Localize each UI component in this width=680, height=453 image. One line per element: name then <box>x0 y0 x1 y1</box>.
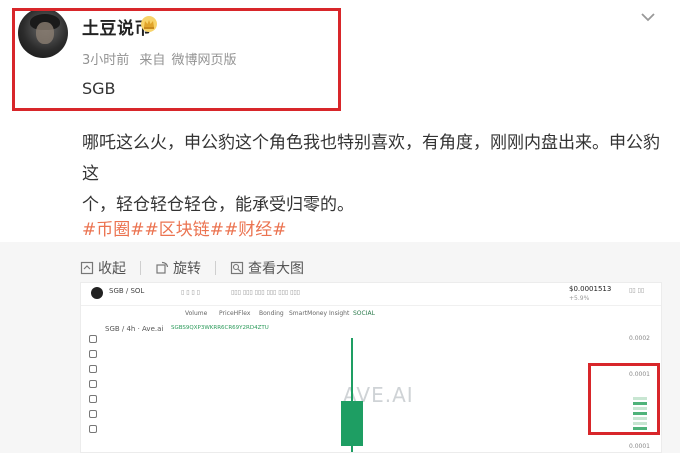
toolbar-divider <box>215 261 216 275</box>
chart-stat: ▯▯ ▯▯ <box>629 287 645 294</box>
zoom-icon <box>230 261 244 275</box>
token-price: $0.0001513 <box>569 285 612 293</box>
chart-tab[interactable]: Insight <box>329 310 349 317</box>
chart-tab[interactable]: Bonding <box>259 310 284 317</box>
draw-tool-icon[interactable] <box>89 350 97 358</box>
draw-tool-icon[interactable] <box>89 425 97 433</box>
rotate-icon <box>156 261 169 274</box>
toolbar-divider <box>140 261 141 275</box>
chart-tab[interactable]: SOCIAL <box>353 310 375 317</box>
rotate-button[interactable]: 旋转 <box>155 258 201 278</box>
view-large-button[interactable]: 查看大图 <box>230 258 304 278</box>
image-toolbar: 收起 旋转 查看大图 <box>80 258 318 278</box>
draw-tool-icon[interactable] <box>89 410 97 418</box>
chart-tab[interactable]: Volume <box>185 310 207 317</box>
hashtag-finance[interactable]: #财经# <box>224 220 287 240</box>
axis-label: 0.0001 <box>629 443 650 450</box>
view-large-label: 查看大图 <box>248 261 304 277</box>
highlight-box-chart <box>588 363 660 435</box>
collapse-icon <box>80 261 94 275</box>
token-price-change: +5.9% <box>569 295 590 302</box>
chevron-down-icon[interactable] <box>636 8 660 26</box>
chart-screenshot[interactable]: SGB / SOL ▯ ▯ ▯ ▯ ▯▯▯ ▯▯▯ ▯▯▯ ▯▯▯ ▯▯▯ ▯▯… <box>80 282 662 453</box>
image-card: 收起 旋转 查看大图 SGB / SOL ▯ ▯ ▯ ▯ ▯▯▯ ▯▯▯ ▯▯▯… <box>0 242 680 453</box>
hashtag-coin[interactable]: #币圈# <box>82 220 145 240</box>
chart-tabs: Volume PriceHFlex Bonding SmartMoney Ins… <box>81 307 661 321</box>
post-text: 哪吒这么火，申公豹这个角色我也特别喜欢，有角度，刚刚内盘出来。申公豹这 个，轻仓… <box>82 128 662 221</box>
draw-tool-icon[interactable] <box>89 380 97 388</box>
hashtag-list: #币圈##区块链##财经# <box>82 215 287 240</box>
chart-topbar: SGB / SOL ▯ ▯ ▯ ▯ ▯▯▯ ▯▯▯ ▯▯▯ ▯▯▯ ▯▯▯ ▯▯… <box>81 283 661 305</box>
rotate-label: 旋转 <box>173 261 201 277</box>
axis-label: 0.0002 <box>629 335 650 342</box>
collapse-label: 收起 <box>98 261 126 277</box>
drawing-toolbar <box>87 335 101 452</box>
draw-tool-icon[interactable] <box>89 365 97 373</box>
token-logo <box>91 287 103 299</box>
collapse-button[interactable]: 收起 <box>80 258 126 278</box>
token-pair: SGB / SOL <box>109 287 145 295</box>
post-header: 土豆说币 3小时前 来自 微博网页版 SGB <box>0 0 680 118</box>
chart-stat: ▯▯▯ ▯▯▯ ▯▯▯ ▯▯▯ ▯▯▯ ▯▯▯ <box>231 289 300 296</box>
hashtag-blockchain[interactable]: #区块链# <box>145 220 225 240</box>
chart-stat: ▯ ▯ ▯ ▯ <box>181 289 200 296</box>
post-text-line-1: 哪吒这么火，申公豹这个角色我也特别喜欢，有角度，刚刚内盘出来。申公豹这 <box>82 133 660 184</box>
chart-divider <box>81 305 661 306</box>
series-label: SGB / 4h · Ave.ai <box>105 325 164 333</box>
draw-tool-icon[interactable] <box>89 335 97 343</box>
series-source: SGBS9QXP3WKRR6CR69Y2RD4ZTU <box>171 325 269 331</box>
draw-tool-icon[interactable] <box>89 395 97 403</box>
chart-tab[interactable]: PriceHFlex <box>219 310 250 317</box>
candle-body <box>341 401 363 446</box>
highlight-box-header <box>12 8 341 111</box>
chart-tab[interactable]: SmartMoney <box>289 310 327 317</box>
